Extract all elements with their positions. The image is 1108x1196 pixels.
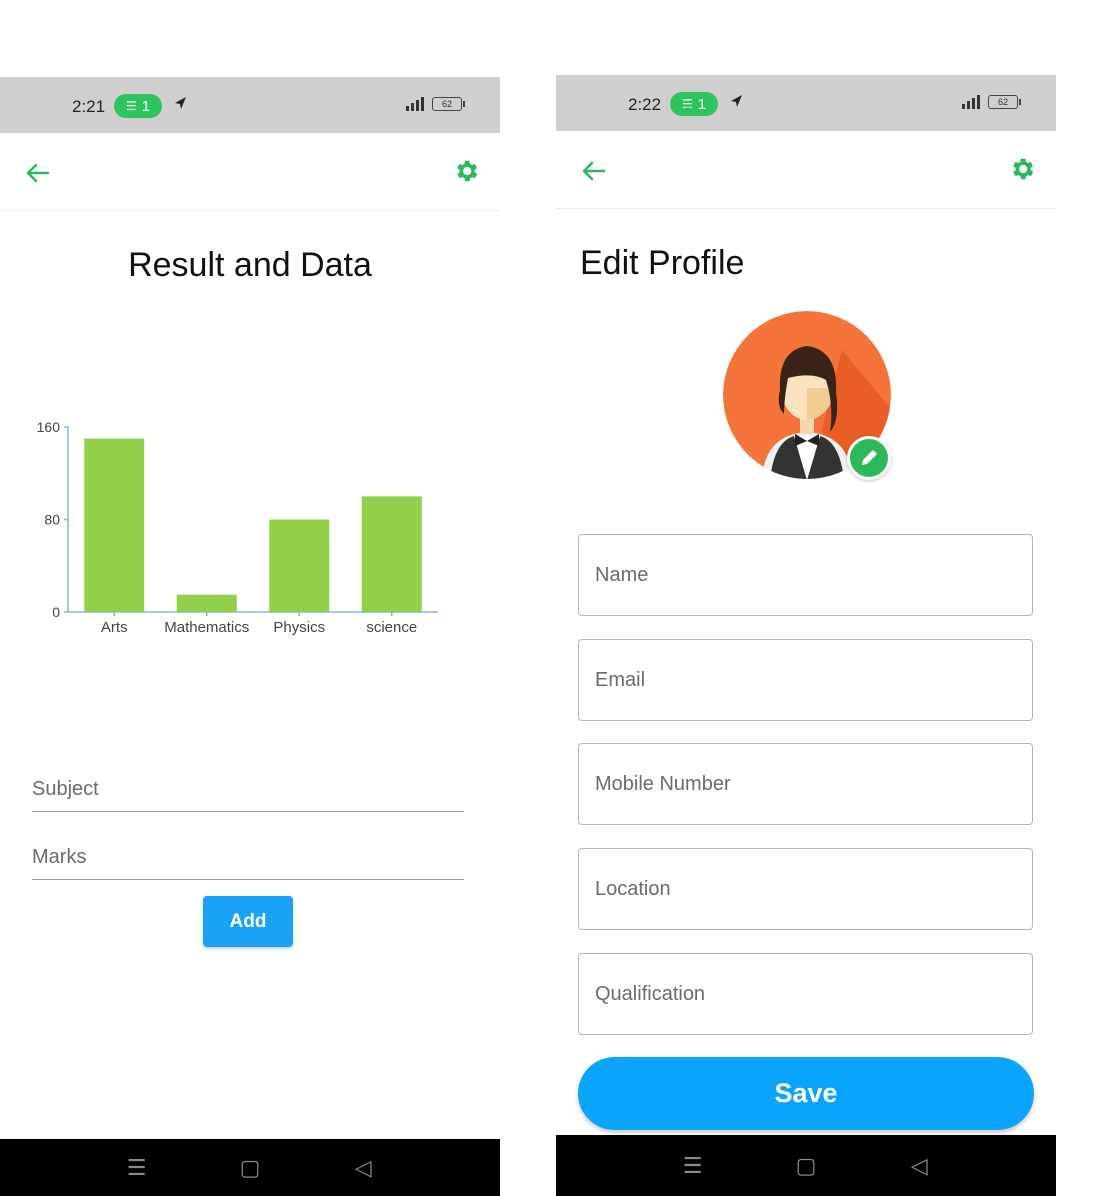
add-button[interactable]: Add <box>203 896 293 947</box>
bar-arts <box>84 438 145 612</box>
battery-icon: 62 <box>988 95 1021 109</box>
home-button[interactable]: ▢ <box>786 1153 826 1179</box>
mobile-field <box>578 743 1033 825</box>
status-time: 2:22 <box>628 95 662 114</box>
signal-icon <box>406 97 424 111</box>
bar-physics <box>269 519 330 612</box>
x-tick-label: Arts <box>101 619 128 636</box>
marks-input[interactable] <box>32 836 464 879</box>
bar-mathematics <box>176 594 237 612</box>
marks-field <box>32 836 464 880</box>
hotspot-count: 1 <box>697 95 707 113</box>
page-title: Result and Data <box>128 246 372 284</box>
hotspot-count: 1 <box>141 97 151 115</box>
system-nav-bar: ☰ ▢ ◁ <box>0 1139 500 1196</box>
bar-science <box>361 496 422 612</box>
status-indicators: 62 <box>406 97 465 111</box>
back-arrow-icon[interactable] <box>580 157 608 185</box>
back-button[interactable]: ◁ <box>343 1155 383 1181</box>
mobile-number-input[interactable] <box>579 744 1032 824</box>
wifi-icon: ☰ <box>125 99 137 113</box>
recents-button[interactable]: ☰ <box>117 1155 157 1181</box>
back-arrow-icon[interactable] <box>24 159 52 187</box>
hotspot-pill: ☰ 1 <box>670 92 718 116</box>
gear-icon[interactable] <box>452 157 480 185</box>
status-bar: 2:21 ☰ 1 62 <box>0 77 500 133</box>
gear-icon[interactable] <box>1008 155 1036 183</box>
email-input[interactable] <box>579 640 1032 720</box>
qualification-field <box>578 953 1033 1035</box>
subject-field <box>32 768 464 812</box>
navigation-arrow-icon <box>175 97 186 109</box>
status-indicators: 62 <box>962 95 1021 109</box>
qualification-input[interactable] <box>579 954 1032 1034</box>
page-title: Edit Profile <box>580 244 745 282</box>
battery-icon: 62 <box>432 97 465 111</box>
subject-input[interactable] <box>32 768 464 811</box>
x-tick-label: Mathematics <box>164 619 249 636</box>
wifi-icon: ☰ <box>681 97 693 111</box>
status-bar: 2:22 ☰ 1 62 <box>556 75 1056 131</box>
name-input[interactable] <box>579 535 1032 615</box>
save-button[interactable]: Save <box>578 1057 1034 1130</box>
home-button[interactable]: ▢ <box>230 1155 270 1181</box>
system-nav-bar: ☰ ▢ ◁ <box>556 1135 1056 1196</box>
app-bar <box>0 133 500 211</box>
y-tick-label: 80 <box>44 512 60 528</box>
back-button[interactable]: ◁ <box>899 1153 939 1179</box>
signal-icon <box>962 95 980 109</box>
y-tick-label: 0 <box>52 604 60 620</box>
edit-photo-button[interactable] <box>847 436 891 480</box>
navigation-arrow-icon <box>731 95 742 107</box>
app-bar <box>556 131 1056 209</box>
pencil-icon <box>862 450 877 465</box>
x-tick-label: Physics <box>273 619 325 636</box>
marks-bar-chart: 0 80 160 Arts Mathematics Physics science <box>37 419 438 636</box>
x-tick-label: science <box>366 619 417 636</box>
status-time: 2:21 <box>72 97 106 116</box>
y-tick-label: 160 <box>37 419 61 435</box>
hotspot-pill: ☰ 1 <box>114 94 162 118</box>
name-field <box>578 534 1033 616</box>
recents-button[interactable]: ☰ <box>673 1153 713 1179</box>
location-input[interactable] <box>579 849 1032 929</box>
email-field <box>578 639 1033 721</box>
result-screen: 2:21 ☰ 1 62 Result and Data 0 80 160 Arts Ma… <box>0 0 500 1196</box>
location-field <box>578 848 1033 930</box>
